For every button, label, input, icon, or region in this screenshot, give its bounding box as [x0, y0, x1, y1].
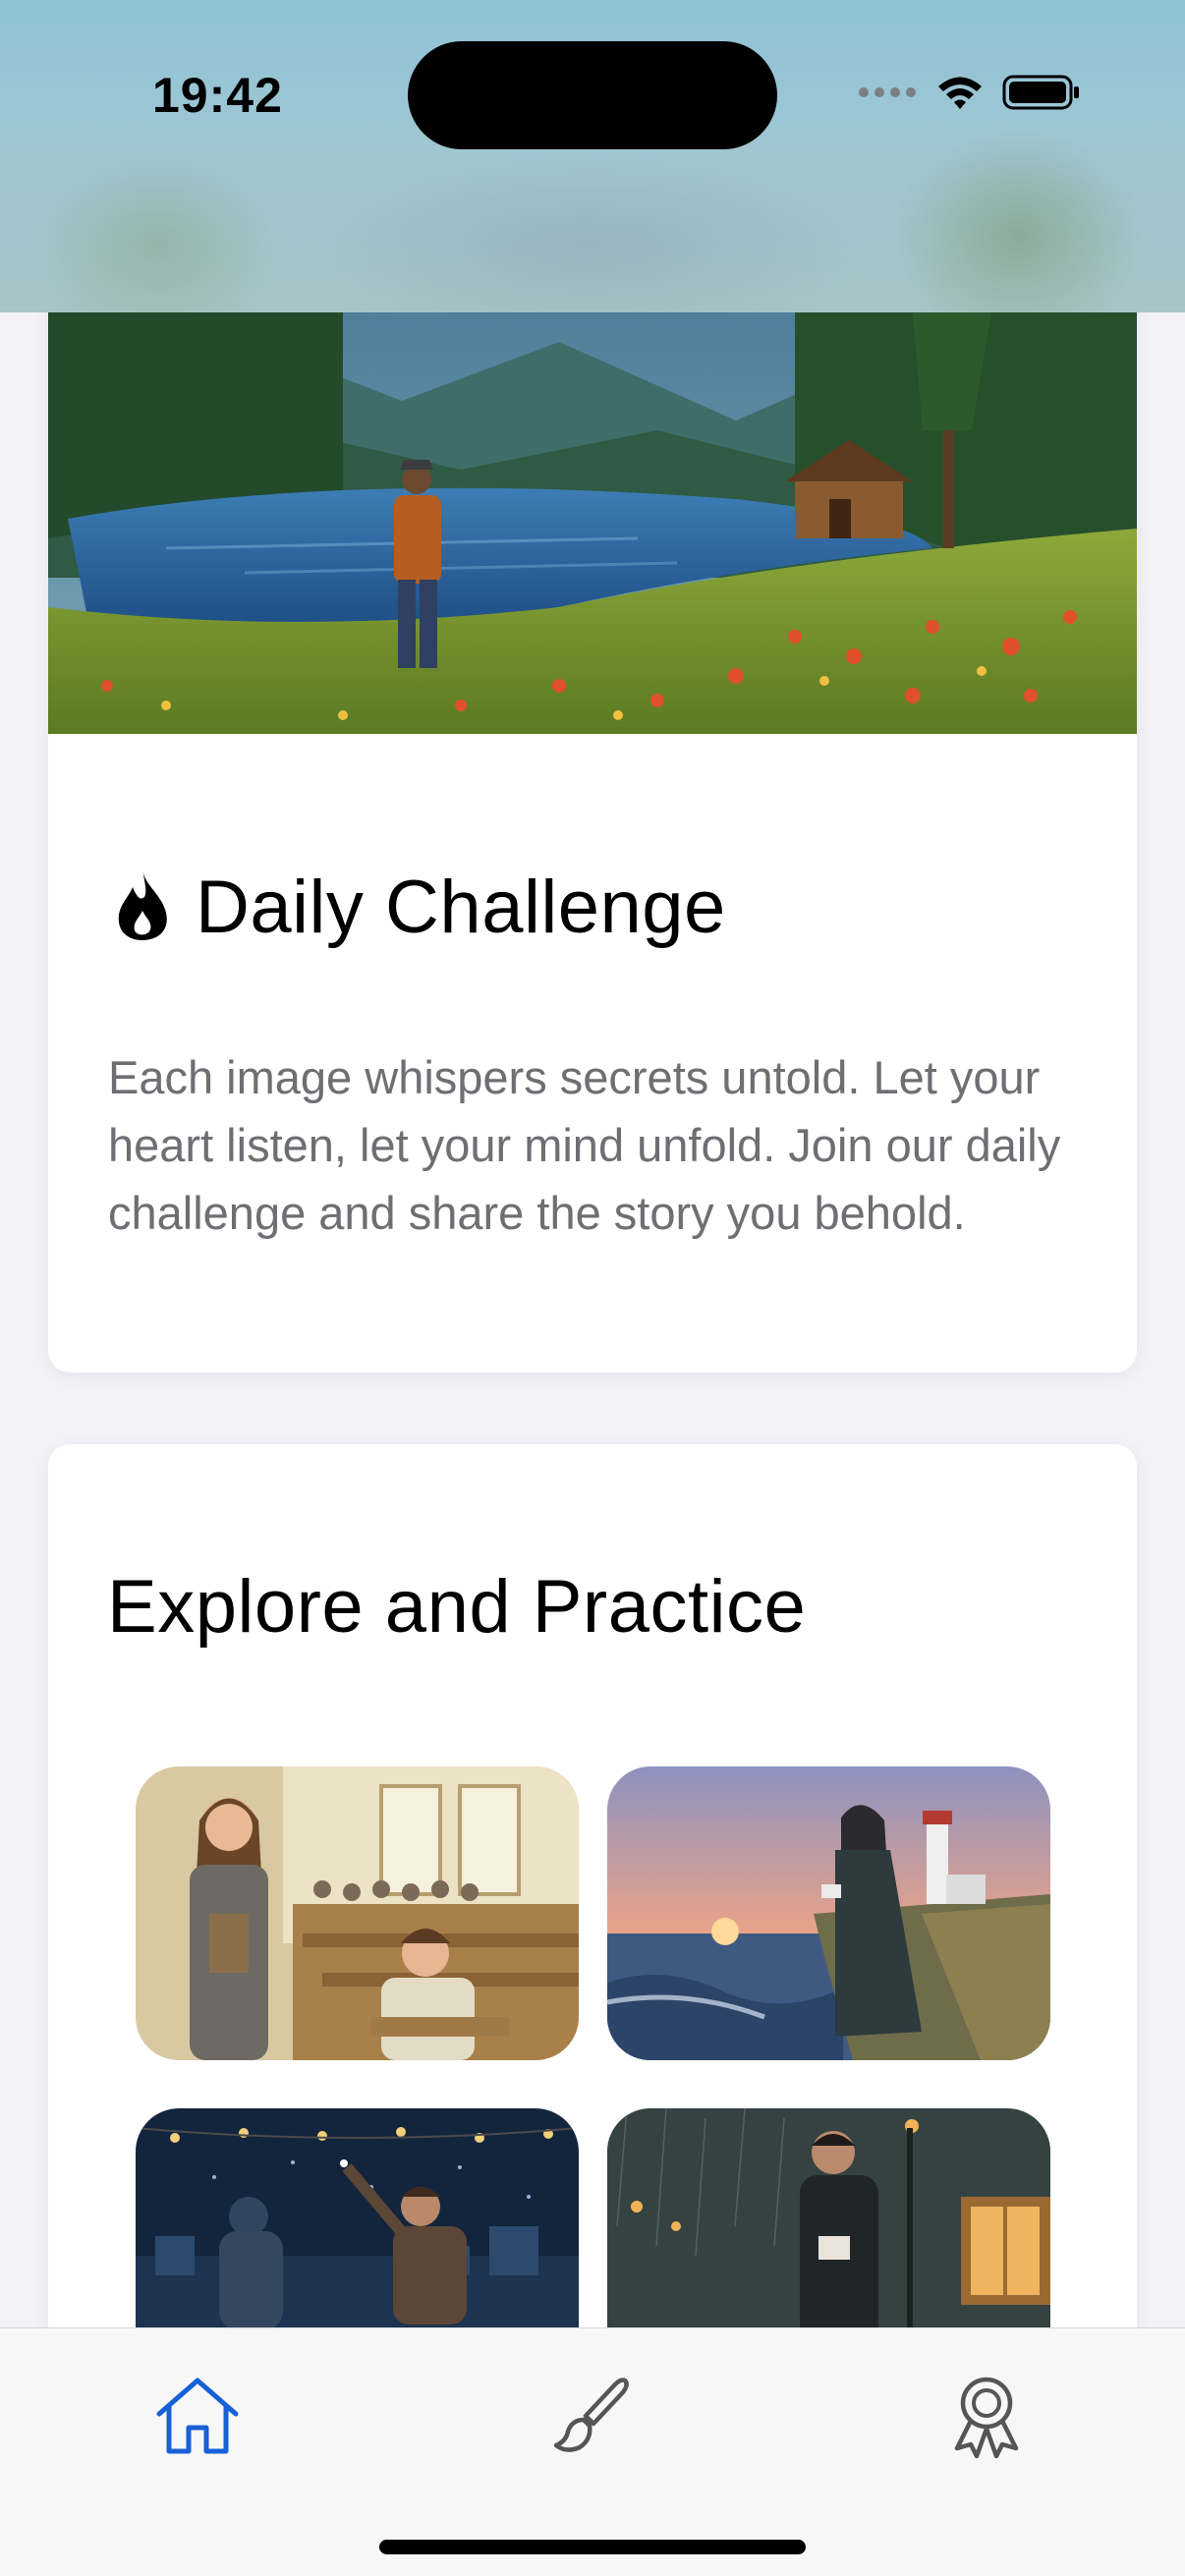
battery-icon — [1002, 73, 1081, 112]
tab-paintbrush[interactable] — [533, 2364, 650, 2472]
home-indicator — [379, 2540, 806, 2554]
tab-home[interactable] — [139, 2364, 256, 2472]
dynamic-island — [408, 41, 777, 149]
daily-challenge-description: Each image whispers secrets untold. Let … — [108, 1051, 1061, 1239]
status-icons — [857, 73, 1081, 112]
tab-awards[interactable] — [928, 2364, 1045, 2472]
explore-item-classroom[interactable] — [136, 1766, 579, 2060]
status-bar: 19:42 — [0, 0, 1185, 312]
wifi-icon — [935, 74, 985, 111]
daily-challenge-image[interactable] — [48, 312, 1137, 734]
home-icon — [153, 2375, 242, 2462]
explore-item-lighthouse[interactable] — [607, 1766, 1050, 2060]
daily-challenge-title: Daily Challenge — [196, 866, 726, 949]
app-screen: Daily Challenge Each image whispers secr… — [0, 0, 1185, 2576]
cellular-signal-icon — [857, 85, 918, 99]
home-feed[interactable]: Daily Challenge Each image whispers secr… — [0, 0, 1185, 2576]
daily-challenge-heading: Daily Challenge — [115, 865, 726, 950]
paintbrush-icon — [550, 2375, 633, 2462]
award-ribbon-icon — [945, 2372, 1028, 2465]
flame-icon — [115, 868, 170, 947]
explore-practice-title: Explore and Practice — [107, 1565, 807, 1649]
status-time: 19:42 — [152, 68, 283, 123]
daily-challenge-card[interactable]: Daily Challenge Each image whispers secr… — [48, 196, 1137, 1372]
